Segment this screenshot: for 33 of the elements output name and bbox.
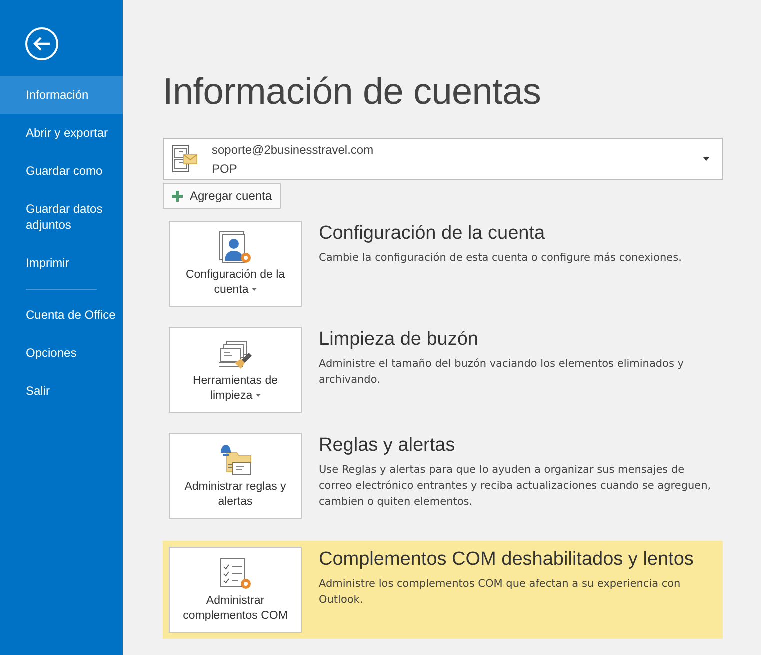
account-type: POP [212, 162, 238, 176]
section-description: Administre los complementos COM que afectan a su experiencia con Outlook. [319, 577, 682, 608]
section-tile-button[interactable]: Configuración de la cuenta [169, 221, 302, 307]
section-description: Use Reglas y alertas para que lo ayuden a organizar sus mensajes de correo electrónico entrantes y reciba actualizaciones cuando se agreguen, cambien o quiten elementos. [319, 463, 712, 510]
section-description: Administre el tamaño del buzón vaciando los elementos eliminados y archivando. [319, 357, 685, 388]
account-dropdown[interactable]: soporte@2businesstravel.com POP [163, 138, 723, 180]
sidebar-item[interactable]: Imprimir [0, 244, 123, 282]
account-email: soporte@2businesstravel.com [212, 142, 375, 156]
section-heading: Limpieza de buzón [319, 329, 480, 351]
sidebar-item[interactable]: Abrir y exportar [0, 114, 123, 152]
plus-icon [172, 190, 183, 202]
section-heading: Configuración de la cuenta [319, 223, 546, 245]
sidebar-item[interactable]: Guardar como [0, 152, 123, 190]
add-account-button[interactable]: Agregar cuenta [163, 183, 282, 209]
section-description: Cambie la configuración de esta cuenta o configure más conexiones. [319, 251, 682, 266]
user-gear-icon [218, 231, 252, 265]
section-tile-button[interactable]: Administrar complementos COM [169, 547, 302, 633]
sidebar-item[interactable]: Cuenta de Office [0, 296, 123, 334]
mailbox-icon [172, 145, 198, 173]
section-tile-button[interactable]: Herramientas de limpieza [169, 327, 302, 413]
section-tile-button[interactable]: Administrar reglas y alertas [169, 433, 302, 519]
bell-folder-icon [218, 443, 252, 477]
sidebar-item[interactable]: Salir [0, 372, 123, 410]
envelopes-brush-icon [218, 341, 252, 371]
section-heading: Complementos COM deshabilitados y lentos [319, 549, 695, 571]
section-heading: Reglas y alertas [319, 435, 456, 457]
sidebar-item[interactable]: Guardar datos adjuntos [0, 190, 123, 244]
sidebar-item[interactable]: Opciones [0, 334, 123, 372]
back-icon[interactable] [25, 27, 59, 61]
checklist-gear-icon [218, 557, 252, 591]
caret-icon [703, 157, 710, 161]
page-title: Información de cuentas [163, 70, 542, 114]
sidebar-item[interactable]: Información [0, 76, 123, 114]
